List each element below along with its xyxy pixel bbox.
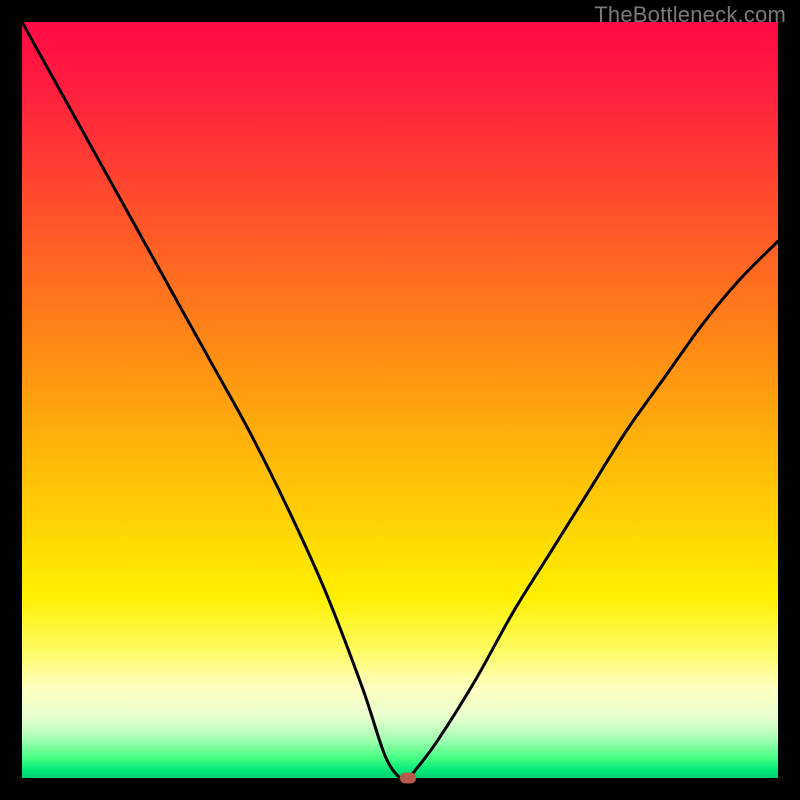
minimum-marker-dot <box>400 773 416 784</box>
watermark-text: TheBottleneck.com <box>594 2 786 28</box>
bottleneck-curve <box>22 22 778 778</box>
chart-frame: TheBottleneck.com <box>0 0 800 800</box>
